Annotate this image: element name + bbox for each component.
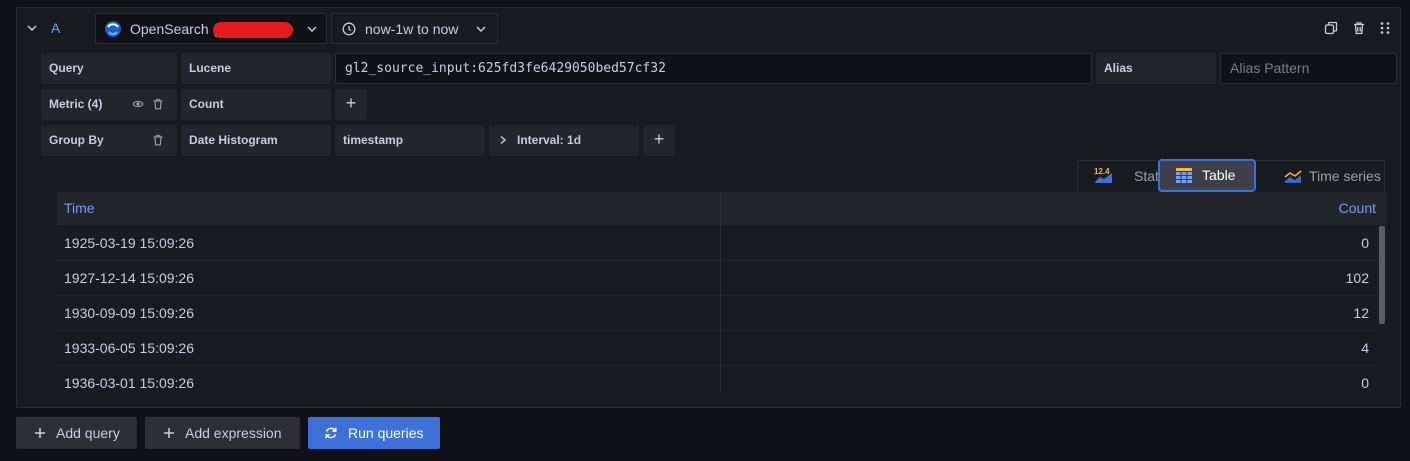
group-by-type[interactable]: Date Histogram — [181, 125, 331, 156]
column-divider — [720, 192, 721, 392]
chevron-right-icon — [500, 135, 507, 145]
viz-option-table[interactable]: Table — [1158, 159, 1256, 192]
scrollbar-thumb[interactable] — [1379, 226, 1385, 324]
trash-icon[interactable] — [152, 98, 164, 110]
cell-count: 0 — [1361, 375, 1369, 391]
trash-icon[interactable] — [1352, 21, 1366, 35]
query-input[interactable]: gl2_source_input:625fd3fe6429050bed57cf3… — [335, 53, 1092, 84]
viz-label-time-series: Time series — [1309, 168, 1381, 184]
time-range-label: now-1w to now — [365, 21, 459, 37]
table-row: 1925-03-19 15:09:26 0 — [57, 226, 1387, 261]
stat-icon-text: 12.4 — [1094, 167, 1110, 176]
cell-count: 12 — [1353, 305, 1369, 321]
run-queries-label: Run queries — [348, 425, 424, 441]
metric-row-label[interactable]: Metric (4) — [41, 89, 177, 120]
refresh-icon — [325, 427, 337, 439]
trash-icon[interactable] — [152, 134, 164, 146]
visualization-toggle: 12.4 Stat Table Time series — [1077, 159, 1386, 193]
datasource-name: OpenSearch ( — [130, 21, 218, 37]
table-row: 1936-03-01 15:09:26 0 — [57, 366, 1387, 401]
metric-label-text: Metric (4) — [49, 97, 103, 111]
viz-label-table: Table — [1202, 167, 1236, 183]
query-editor-panel: A OpenSearch ( now-1w to now Query Lucen… — [16, 7, 1401, 408]
add-group-by-button[interactable]: + — [643, 125, 675, 156]
table-row: 1933-06-05 15:09:26 4 — [57, 331, 1387, 366]
metric-type-count[interactable]: Count — [181, 89, 331, 120]
query-ref-id[interactable]: A — [51, 20, 60, 36]
drag-handle-icon[interactable] — [1378, 21, 1392, 35]
plus-icon: + — [345, 93, 357, 113]
redaction-mark — [213, 22, 293, 38]
group-by-label-text: Group By — [49, 133, 104, 147]
time-range-picker[interactable]: now-1w to now — [331, 13, 498, 44]
interval-label: Interval: 1d — [517, 133, 582, 147]
duplicate-icon[interactable] — [1324, 21, 1338, 35]
add-query-button[interactable]: Add query — [16, 417, 137, 449]
group-by-field[interactable]: timestamp — [335, 125, 485, 156]
add-expression-label: Add expression — [185, 425, 282, 441]
add-expression-button[interactable]: Add expression — [145, 417, 300, 449]
cell-time: 1927-12-14 15:09:26 — [64, 270, 194, 286]
cell-time: 1933-06-05 15:09:26 — [64, 340, 194, 356]
query-header: A OpenSearch ( now-1w to now — [17, 8, 1400, 48]
table-row: 1927-12-14 15:09:26 102 — [57, 261, 1387, 296]
alias-pattern-input[interactable]: Alias Pattern — [1220, 53, 1397, 84]
run-queries-button[interactable]: Run queries — [308, 417, 440, 449]
cell-time: 1925-03-19 15:09:26 — [64, 235, 194, 251]
plus-icon: + — [653, 129, 665, 149]
opensearch-logo-icon — [105, 21, 121, 37]
query-row-label: Query — [41, 53, 177, 84]
eye-icon[interactable] — [132, 98, 144, 110]
column-header-time[interactable]: Time — [57, 192, 720, 225]
time-series-icon — [1284, 170, 1302, 183]
cell-count: 4 — [1361, 340, 1369, 356]
stat-icon: 12.4 — [1094, 167, 1112, 183]
viz-option-time-series[interactable]: Time series — [1268, 161, 1386, 192]
query-type-lucene[interactable]: Lucene — [181, 53, 331, 84]
interval-settings[interactable]: Interval: 1d — [489, 125, 639, 156]
viz-option-stat[interactable]: 12.4 Stat — [1094, 161, 1164, 192]
clock-icon — [342, 22, 356, 36]
results-table: Time Count 1925-03-19 15:09:26 0 1927-12… — [57, 192, 1387, 392]
plus-icon — [35, 428, 45, 438]
viz-label-stat: Stat — [1134, 168, 1159, 184]
cell-count: 102 — [1345, 270, 1369, 286]
alias-label: Alias — [1096, 53, 1216, 84]
cell-time: 1930-09-09 15:09:26 — [64, 305, 194, 321]
add-query-label: Add query — [56, 425, 120, 441]
add-metric-button[interactable]: + — [335, 89, 367, 120]
chevron-down-icon — [307, 26, 317, 33]
table-icon — [1176, 168, 1192, 183]
column-header-count[interactable]: Count — [721, 192, 1387, 225]
cell-count: 0 — [1361, 235, 1369, 251]
cell-time: 1936-03-01 15:09:26 — [64, 375, 194, 391]
chevron-down-icon[interactable] — [25, 21, 39, 35]
plus-icon — [164, 428, 174, 438]
table-row: 1930-09-09 15:09:26 12 — [57, 296, 1387, 331]
group-by-row-label: Group By — [41, 125, 177, 156]
datasource-picker[interactable]: OpenSearch ( — [95, 13, 327, 44]
chevron-down-icon — [476, 26, 486, 33]
